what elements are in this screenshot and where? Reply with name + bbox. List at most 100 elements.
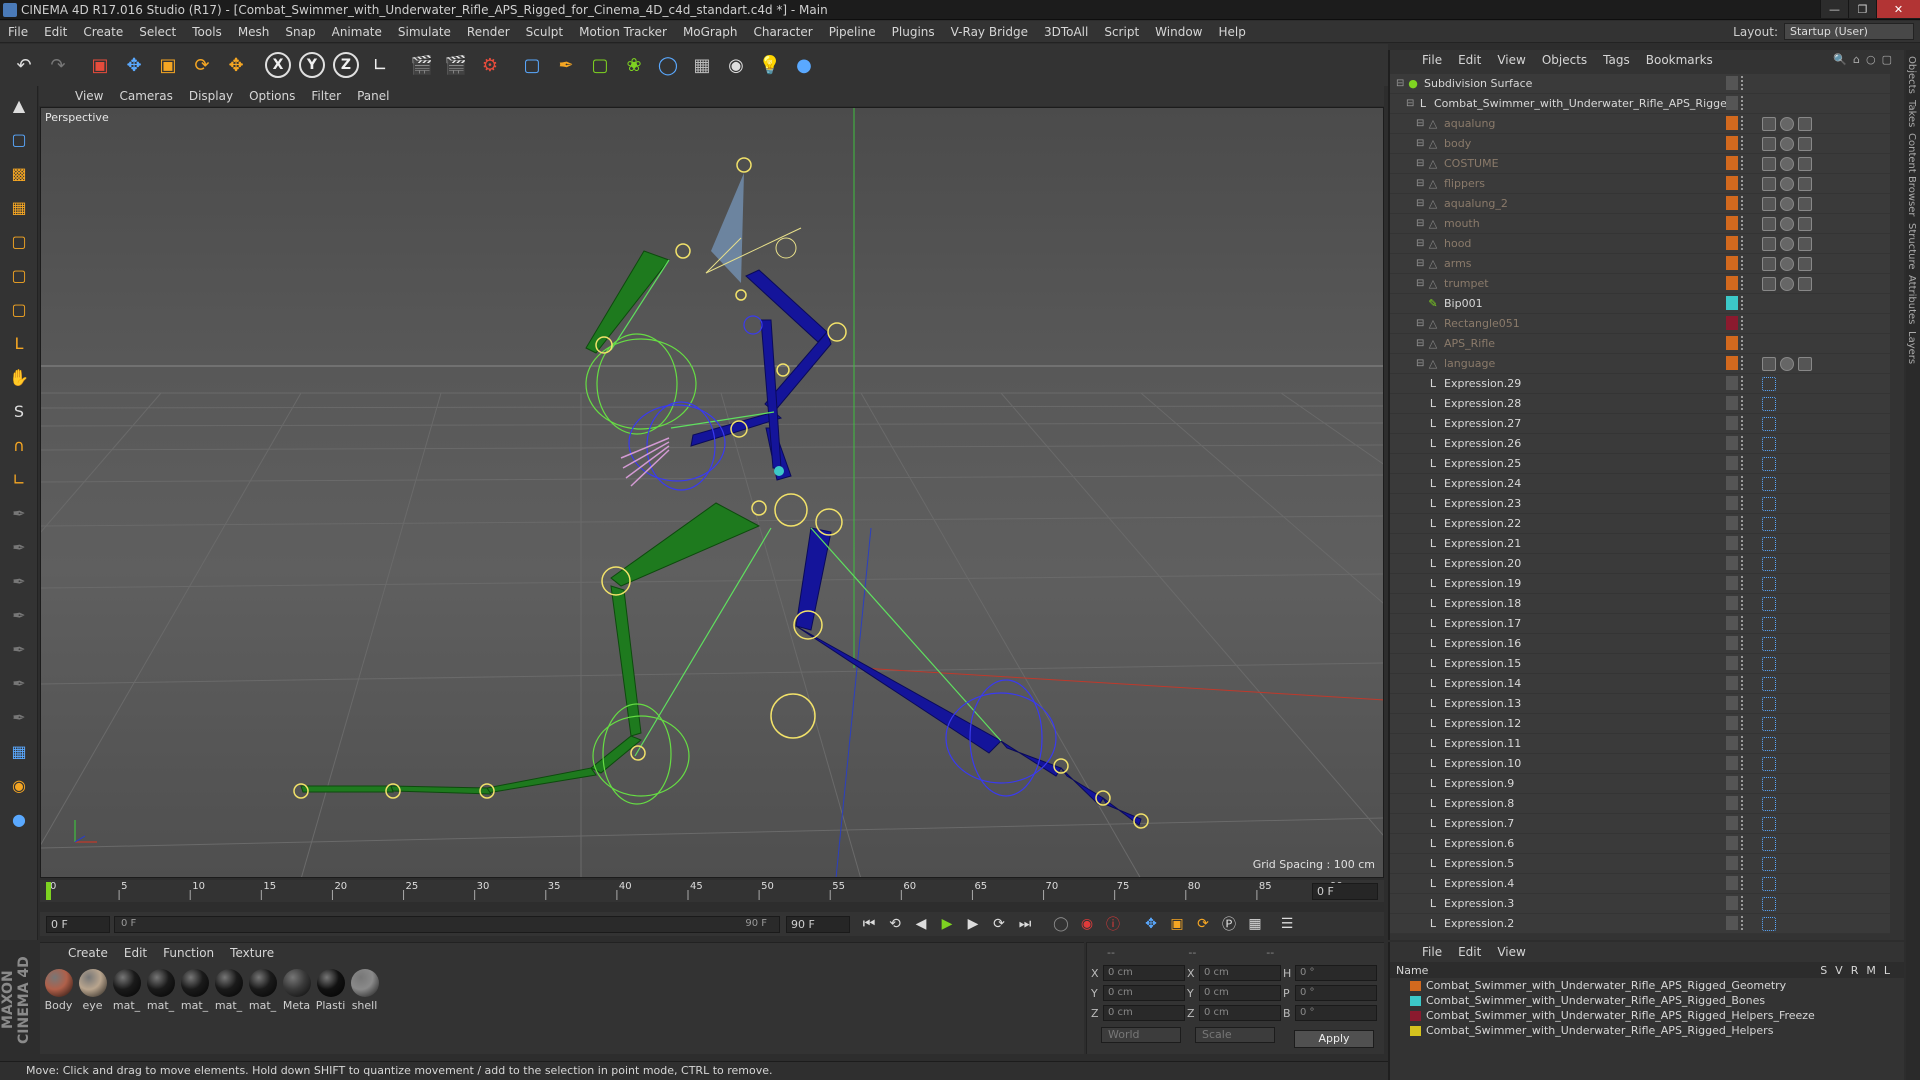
visibility-dots-icon[interactable] bbox=[1741, 76, 1753, 90]
visibility-dots-icon[interactable] bbox=[1741, 696, 1753, 710]
coordinate-field[interactable]: 0 ° bbox=[1295, 965, 1377, 981]
next-frame-icon[interactable]: ▶ bbox=[960, 913, 986, 935]
object-row[interactable]: ⊟ △ aqualung bbox=[1390, 114, 1890, 134]
goto-start-icon[interactable]: ⏮ bbox=[856, 913, 882, 935]
visibility-dots-icon[interactable] bbox=[1741, 296, 1753, 310]
object-row[interactable]: L Expression.20 bbox=[1390, 554, 1890, 574]
layer-color-swatch[interactable] bbox=[1410, 1025, 1421, 1036]
menu-window[interactable]: Window bbox=[1147, 25, 1210, 39]
layer-color-icon[interactable] bbox=[1726, 396, 1738, 410]
cloner-icon[interactable]: ❀ bbox=[618, 49, 650, 81]
material-tag-icon[interactable] bbox=[1780, 177, 1794, 191]
visibility-dots-icon[interactable] bbox=[1741, 456, 1753, 470]
object-row[interactable]: ⊟ △ language bbox=[1390, 354, 1890, 374]
material-tag-icon[interactable] bbox=[1798, 117, 1812, 131]
visibility-dots-icon[interactable] bbox=[1741, 676, 1753, 690]
paint-tool-icon[interactable]: ✒ bbox=[4, 532, 34, 562]
visibility-dots-icon[interactable] bbox=[1741, 916, 1753, 930]
xpresso-tag-icon[interactable] bbox=[1762, 777, 1776, 791]
visibility-dots-icon[interactable] bbox=[1741, 196, 1753, 210]
xpresso-tag-icon[interactable] bbox=[1762, 917, 1776, 931]
object-menu-objects[interactable]: Objects bbox=[1534, 53, 1595, 67]
material-tag-icon[interactable] bbox=[1798, 277, 1812, 291]
redo-icon[interactable]: ↷ bbox=[42, 49, 74, 81]
object-row[interactable]: L Expression.4 bbox=[1390, 874, 1890, 894]
layer-color-icon[interactable] bbox=[1726, 916, 1738, 930]
expand-toggle-icon[interactable]: ⊟ bbox=[1416, 318, 1426, 329]
side-tab-objects[interactable]: Objects bbox=[1906, 56, 1917, 94]
menu-v-ray-bridge[interactable]: V-Ray Bridge bbox=[943, 25, 1036, 39]
coordinate-field[interactable]: 0 cm bbox=[1103, 965, 1185, 981]
magnet-icon[interactable]: ∩ bbox=[4, 430, 34, 460]
layer-color-swatch[interactable] bbox=[1410, 1010, 1421, 1021]
visibility-dots-icon[interactable] bbox=[1741, 536, 1753, 550]
minimize-button[interactable]: — bbox=[1820, 0, 1848, 18]
visibility-dots-icon[interactable] bbox=[1741, 396, 1753, 410]
viewport-menu-options[interactable]: Options bbox=[241, 89, 303, 103]
x-axis-lock-icon[interactable]: X bbox=[262, 49, 294, 81]
goto-end-icon[interactable]: ⏭ bbox=[1012, 913, 1038, 935]
object-row[interactable]: L Expression.29 bbox=[1390, 374, 1890, 394]
expand-toggle-icon[interactable]: ⊟ bbox=[1416, 118, 1426, 129]
object-row[interactable]: L Expression.9 bbox=[1390, 774, 1890, 794]
expand-toggle-icon[interactable]: ⊟ bbox=[1416, 198, 1426, 209]
layer-menu-view[interactable]: View bbox=[1489, 945, 1533, 959]
visibility-dots-icon[interactable] bbox=[1741, 116, 1753, 130]
visibility-dots-icon[interactable] bbox=[1741, 736, 1753, 750]
material-tag-icon[interactable] bbox=[1798, 137, 1812, 151]
coordinate-field[interactable]: 0 cm bbox=[1199, 965, 1281, 981]
xpresso-tag-icon[interactable] bbox=[1762, 557, 1776, 571]
menu-edit[interactable]: Edit bbox=[36, 25, 75, 39]
layer-menu-file[interactable]: File bbox=[1414, 945, 1450, 959]
autokey-icon[interactable]: ⓘ bbox=[1100, 913, 1126, 935]
workplane-icon[interactable]: ▦ bbox=[4, 192, 34, 222]
object-row[interactable]: ✎ Bip001 bbox=[1390, 294, 1890, 314]
menu-animate[interactable]: Animate bbox=[324, 25, 390, 39]
scale-icon[interactable]: ▣ bbox=[152, 49, 184, 81]
layer-color-icon[interactable] bbox=[1726, 716, 1738, 730]
points-mode-icon[interactable]: ▢ bbox=[4, 226, 34, 256]
sculpt-tool-icon[interactable]: ✒ bbox=[4, 668, 34, 698]
cube-icon[interactable]: ▢ bbox=[516, 49, 548, 81]
layer-color-icon[interactable] bbox=[1726, 376, 1738, 390]
model-mode-icon[interactable]: ▢ bbox=[4, 124, 34, 154]
pen-spline-icon[interactable]: ✒ bbox=[550, 49, 582, 81]
xpresso-tag-icon[interactable] bbox=[1762, 717, 1776, 731]
material-swatch[interactable]: Plasti bbox=[316, 969, 345, 1012]
layer-color-icon[interactable] bbox=[1726, 756, 1738, 770]
material-tag-icon[interactable] bbox=[1762, 157, 1776, 171]
layer-color-icon[interactable] bbox=[1726, 636, 1738, 650]
material-tag-icon[interactable] bbox=[1762, 197, 1776, 211]
object-row[interactable]: L Expression.21 bbox=[1390, 534, 1890, 554]
visibility-dots-icon[interactable] bbox=[1741, 256, 1753, 270]
workplane-axis-icon[interactable]: ∟ bbox=[4, 464, 34, 494]
material-swatch[interactable]: mat_ bbox=[214, 969, 243, 1012]
move-icon[interactable]: ✥ bbox=[118, 49, 150, 81]
subdivision-icon[interactable]: ▢ bbox=[584, 49, 616, 81]
layer-color-icon[interactable] bbox=[1726, 496, 1738, 510]
visibility-dots-icon[interactable] bbox=[1741, 336, 1753, 350]
light-icon[interactable]: 💡 bbox=[754, 49, 786, 81]
viewport-menu-display[interactable]: Display bbox=[181, 89, 241, 103]
viewport-menu-panel[interactable]: Panel bbox=[349, 89, 397, 103]
object-row[interactable]: L Expression.19 bbox=[1390, 574, 1890, 594]
xpresso-tag-icon[interactable] bbox=[1762, 797, 1776, 811]
material-tag-icon[interactable] bbox=[1762, 177, 1776, 191]
material-tag-icon[interactable] bbox=[1780, 217, 1794, 231]
visibility-dots-icon[interactable] bbox=[1741, 96, 1753, 110]
material-tag-icon[interactable] bbox=[1798, 157, 1812, 171]
xpresso-tag-icon[interactable] bbox=[1762, 817, 1776, 831]
layer-color-icon[interactable] bbox=[1726, 416, 1738, 430]
material-menu-create[interactable]: Create bbox=[60, 946, 116, 960]
layer-color-icon[interactable] bbox=[1726, 816, 1738, 830]
material-tag-icon[interactable] bbox=[1762, 137, 1776, 151]
coordinate-field[interactable]: 0 cm bbox=[1199, 1005, 1281, 1021]
layer-row[interactable]: Combat_Swimmer_with_Underwater_Rifle_APS… bbox=[1390, 1023, 1904, 1038]
smooth-tool-icon[interactable]: ✒ bbox=[4, 702, 34, 732]
visibility-dots-icon[interactable] bbox=[1741, 796, 1753, 810]
expand-toggle-icon[interactable]: ⊟ bbox=[1416, 278, 1426, 289]
layer-color-icon[interactable] bbox=[1726, 796, 1738, 810]
coordinate-field[interactable]: 0 cm bbox=[1199, 985, 1281, 1001]
material-swatch[interactable]: mat_ bbox=[248, 969, 277, 1012]
material-tag-icon[interactable] bbox=[1762, 357, 1776, 371]
